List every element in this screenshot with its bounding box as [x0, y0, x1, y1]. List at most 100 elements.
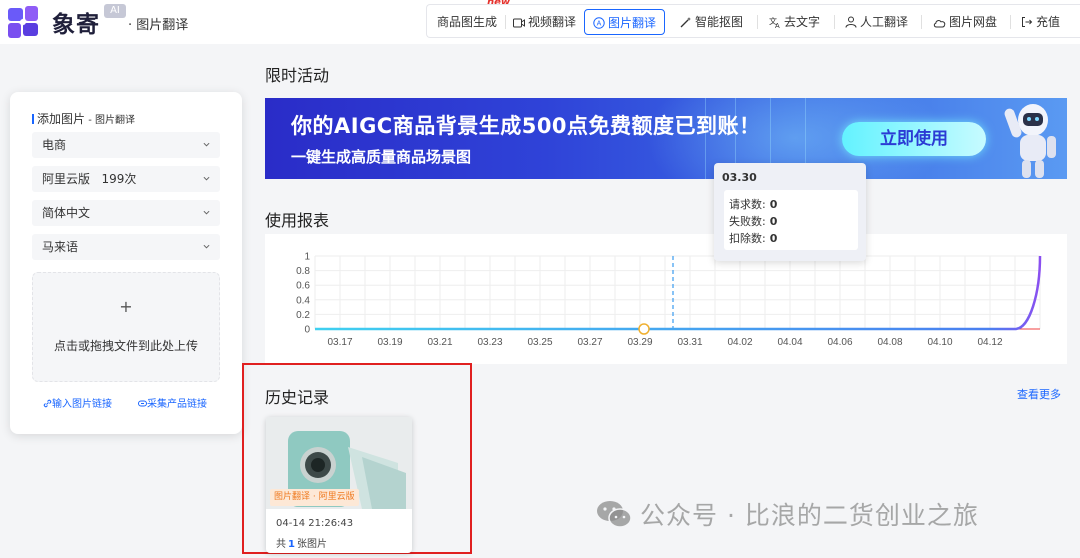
tooltip-row-requests: 请求数: 0: [729, 196, 777, 212]
x-tick-label: 03.27: [577, 337, 602, 348]
tooltip-row-failures: 失败数: 0: [729, 213, 777, 229]
tooltip-body: 请求数: 0 失败数: 0 扣除数: 0: [724, 190, 858, 250]
brand-name: 象寄: [52, 11, 100, 38]
x-tick-label: 04.04: [777, 337, 802, 348]
y-tick-label: 1: [304, 252, 310, 263]
usage-chart-svg: 0 0.2 0.4 0.6 0.8 1 03.17 03.19 03.21 03.23 03.25 0…: [296, 252, 1042, 348]
video-icon: [513, 18, 525, 28]
link-icon: [43, 399, 52, 408]
panel-title-suffix: - 图片翻译: [88, 115, 135, 126]
select-value: 阿里云版 199次: [42, 172, 137, 186]
target-language-select[interactable]: 马来语: [32, 234, 220, 260]
x-tick-label: 03.19: [377, 337, 402, 348]
nav-item-remove-text[interactable]: 文 A 去文字: [769, 9, 820, 35]
x-tick-label: 04.06: [827, 337, 852, 348]
user-icon: [845, 16, 857, 28]
x-tick-label: 04.12: [977, 337, 1002, 348]
translate-image-icon: A: [593, 17, 605, 29]
history-card-time: 04-14 21:26:43: [276, 518, 354, 529]
x-tick-label: 03.31: [677, 337, 702, 348]
y-tick-label: 0.2: [296, 310, 310, 321]
chevron-down-icon: [203, 210, 210, 215]
nav-label: 视频翻译: [528, 15, 577, 29]
promo-banner[interactable]: 你的AIGC商品背景生成500点免费额度已到账！ 一键生成高质量商品场景图 立即…: [265, 98, 1067, 179]
x-tick-label: 04.10: [927, 337, 952, 348]
nav-item-recharge[interactable]: 充值: [1021, 9, 1060, 35]
input-image-link[interactable]: 输入图片链接: [43, 395, 112, 410]
nav-divider: [921, 15, 922, 29]
history-card-count: 共 1 张图片: [276, 535, 327, 550]
source-language-select[interactable]: 简体中文: [32, 200, 220, 226]
use-now-button[interactable]: 立即使用: [842, 122, 986, 156]
nav-label: 充值: [1036, 15, 1061, 29]
history-card[interactable]: 图片翻译 · 阿里云版 04-14 21:26:43 共 1 张图片: [266, 417, 412, 553]
nav-item-product-image[interactable]: 商品图生成: [437, 9, 497, 35]
wechat-watermark: 公众号 · 比浪的二货创业之旅: [596, 496, 979, 532]
svg-text:A: A: [597, 21, 602, 28]
select-value: 马来语: [42, 240, 79, 254]
chart-tooltip: 03.30 请求数: 0 失败数: 0 扣除数: 0: [714, 163, 866, 261]
y-tick-label: 0: [304, 325, 310, 336]
nav-item-video-translate[interactable]: 视频翻译: [513, 9, 576, 35]
usage-section-title: 使用报表: [265, 211, 330, 230]
chevron-down-icon: [203, 142, 210, 147]
chevron-down-icon: [203, 244, 210, 249]
tooltip-value: 0: [769, 232, 778, 245]
top-header: 象寄 AI · 图片翻译 new 商品图生成 视频翻译 A图片翻译 智能抠图 文…: [0, 0, 1080, 44]
panel-title-main: 添加图片: [37, 112, 86, 126]
history-section-title: 历史记录: [265, 388, 330, 407]
astronaut-illustration: [1004, 104, 1056, 178]
y-tick-label: 0.4: [296, 295, 310, 306]
upload-dropzone[interactable]: + 点击或拖拽文件到此处上传: [32, 272, 220, 382]
collect-icon: [138, 400, 147, 407]
select-value: 简体中文: [42, 206, 91, 220]
x-tick-label: 03.17: [327, 337, 352, 348]
x-tick-label: 03.25: [527, 337, 552, 348]
nav-item-smart-cutout[interactable]: 智能抠图: [680, 9, 743, 35]
collect-product-link[interactable]: 采集产品链接: [138, 395, 207, 410]
tooltip-row-deductions: 扣除数: 0: [729, 230, 777, 246]
nav-divider: [1010, 15, 1011, 29]
tooltip-date: 03.30: [722, 171, 757, 184]
y-tick-label: 0.6: [296, 281, 310, 292]
nav-label: 图片翻译: [608, 16, 657, 30]
x-tick-label: 03.29: [627, 337, 652, 348]
promo-section-title: 限时活动: [265, 66, 330, 85]
history-card-tag: 图片翻译 · 阿里云版: [270, 489, 359, 506]
banner-subline: 一键生成高质量商品场景图: [291, 148, 472, 166]
watermark-text: 公众号 · 比浪的二货创业之旅: [640, 501, 979, 530]
plus-icon: +: [119, 297, 133, 316]
nav-label: 图片网盘: [949, 15, 998, 29]
nav-divider: [757, 15, 758, 29]
view-more-link[interactable]: 查看更多: [1017, 386, 1061, 402]
tooltip-label: 扣除数:: [729, 232, 766, 245]
ai-badge: AI: [104, 4, 126, 18]
chevron-down-icon: [203, 176, 210, 181]
cloud-icon: [933, 20, 946, 28]
engine-select[interactable]: 阿里云版 199次: [32, 166, 220, 192]
nav-item-image-drive[interactable]: 图片网盘: [933, 9, 997, 35]
link-label: 输入图片链接: [52, 399, 112, 410]
select-value: 电商: [42, 138, 67, 152]
recharge-icon: [1022, 17, 1033, 27]
title-accent-bar: [32, 114, 34, 124]
tooltip-value: 0: [769, 198, 778, 211]
text-remove-icon: 文A: [769, 16, 780, 30]
nav-label: 智能抠图: [695, 15, 744, 29]
highlight-point: [638, 323, 650, 335]
scene-select[interactable]: 电商: [32, 132, 220, 158]
nav-item-image-translate[interactable]: A 图片翻译: [584, 9, 666, 35]
nav-label: 去文字: [784, 15, 821, 29]
upload-panel: 添加图片 - 图片翻译 电商 阿里云版 199次 简体中文 马来语 + 点击或拖…: [10, 92, 242, 434]
x-tick-label: 03.23: [477, 337, 502, 348]
nav-item-human-translate[interactable]: 人工翻译: [845, 9, 908, 35]
logo-icon[interactable]: [6, 4, 42, 40]
upload-hint: 点击或拖拽文件到此处上传: [53, 339, 198, 353]
nav-divider: [505, 15, 506, 29]
wechat-icon: [597, 501, 632, 528]
link-label: 采集产品链接: [147, 399, 207, 410]
nav-label: 商品图生成: [437, 15, 498, 29]
usage-chart[interactable]: 0 0.2 0.4 0.6 0.8 1 03.17 03.19 03.21 03.23 03.25 0…: [265, 234, 1067, 364]
svg-text:A: A: [775, 23, 780, 28]
count-prefix: 共: [276, 539, 286, 550]
